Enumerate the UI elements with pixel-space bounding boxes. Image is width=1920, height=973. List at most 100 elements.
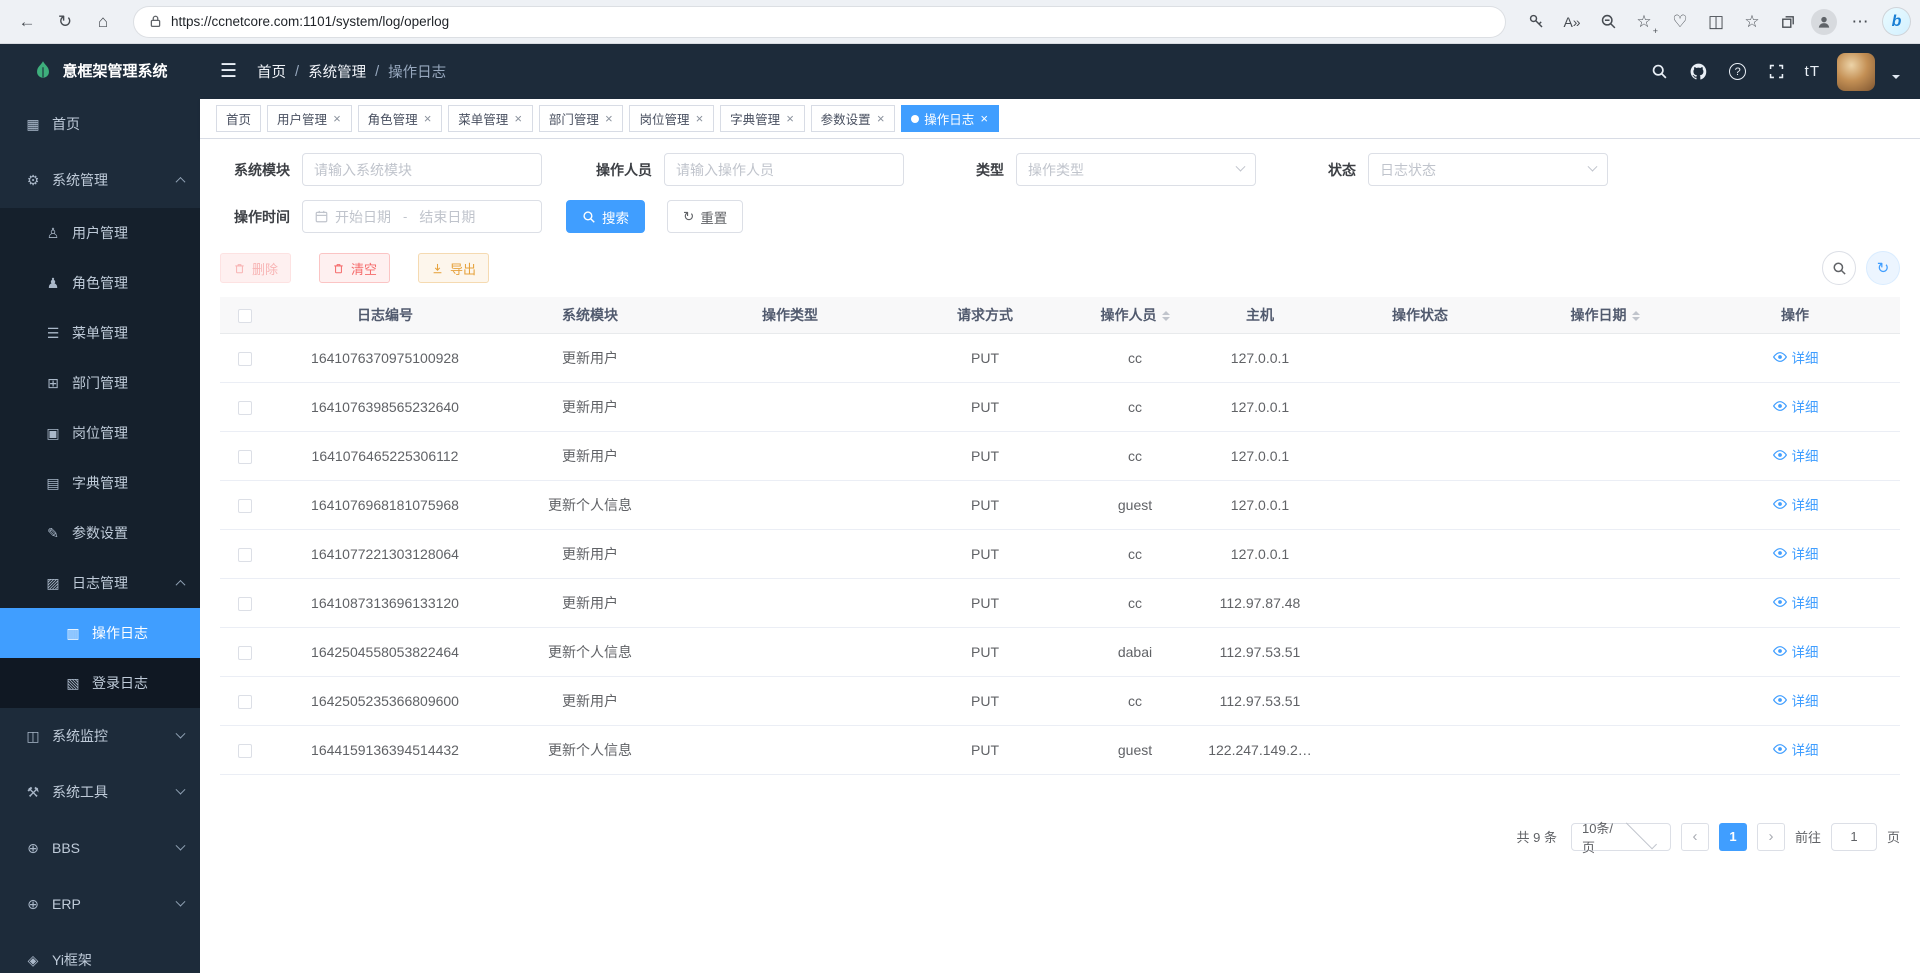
export-button[interactable]: 导出 <box>418 253 489 283</box>
tab-item[interactable]: 操作日志× <box>901 105 999 132</box>
tab-item[interactable]: 岗位管理× <box>629 105 714 132</box>
tab-close-icon[interactable]: × <box>604 112 614 125</box>
add-favorite-button[interactable]: ☆+ <box>1627 6 1661 38</box>
status-select[interactable]: 日志状态 <box>1368 153 1608 186</box>
tab-item[interactable]: 菜单管理× <box>448 105 533 132</box>
split-screen-button[interactable]: ◫ <box>1699 6 1733 38</box>
module-input[interactable] <box>314 162 530 178</box>
tab-close-icon[interactable]: × <box>979 112 989 125</box>
prev-page-button[interactable]: ‹ <box>1681 823 1709 851</box>
row-checkbox[interactable] <box>238 401 252 415</box>
detail-link[interactable]: 详细 <box>1772 592 1819 612</box>
type-select[interactable]: 操作类型 <box>1016 153 1256 186</box>
collections-button[interactable] <box>1771 6 1805 38</box>
sidebar-item[interactable]: ♟角色管理 <box>0 258 200 308</box>
select-all-checkbox[interactable] <box>238 309 252 323</box>
user-avatar[interactable] <box>1837 53 1875 91</box>
sidebar-item[interactable]: ♙用户管理 <box>0 208 200 258</box>
read-aloud-button[interactable]: A» <box>1555 6 1589 38</box>
bing-copilot-button[interactable]: b <box>1883 8 1910 35</box>
detail-link[interactable]: 详细 <box>1772 494 1819 514</box>
breadcrumb-home[interactable]: 首页 <box>257 61 286 82</box>
tab-close-icon[interactable]: × <box>332 112 342 125</box>
delete-button[interactable]: 删除 <box>220 253 291 283</box>
clear-button[interactable]: 清空 <box>319 253 390 283</box>
tab-item[interactable]: 用户管理× <box>267 105 352 132</box>
sidebar-item[interactable]: ⊕ERP <box>0 876 200 932</box>
column-header[interactable]: 操作日期 <box>1520 297 1690 333</box>
sidebar-item[interactable]: ⊕BBS <box>0 820 200 876</box>
next-page-button[interactable]: › <box>1757 823 1785 851</box>
detail-link[interactable]: 详细 <box>1772 396 1819 416</box>
row-checkbox[interactable] <box>238 352 252 366</box>
sidebar-item[interactable]: ⚒系统工具 <box>0 764 200 820</box>
zoom-out-button[interactable] <box>1591 6 1625 38</box>
tab-item[interactable]: 角色管理× <box>358 105 443 132</box>
sort-carets-icon[interactable] <box>1632 307 1640 325</box>
breadcrumb-system[interactable]: 系统管理 <box>308 61 366 82</box>
tab-close-icon[interactable]: × <box>785 112 795 125</box>
goto-page-input[interactable] <box>1831 823 1877 851</box>
sidebar-item[interactable]: ◫系统监控 <box>0 708 200 764</box>
sidebar-item[interactable]: ▤字典管理 <box>0 458 200 508</box>
tab-close-icon[interactable]: × <box>513 112 523 125</box>
hamburger-icon[interactable]: ☰ <box>214 56 243 87</box>
github-button[interactable] <box>1688 61 1710 83</box>
detail-link[interactable]: 详细 <box>1772 347 1819 367</box>
tab-item[interactable]: 首页 <box>216 105 261 132</box>
address-bar[interactable]: https://ccnetcore.com:1101/system/log/op… <box>134 7 1505 37</box>
reset-button[interactable]: ↻ 重置 <box>667 200 743 233</box>
browser-profile-button[interactable] <box>1811 9 1837 35</box>
tab-item[interactable]: 参数设置× <box>811 105 896 132</box>
sidebar-item[interactable]: ▨日志管理 <box>0 558 200 608</box>
detail-link[interactable]: 详细 <box>1772 445 1819 465</box>
browser-refresh-button[interactable]: ↻ <box>48 6 82 38</box>
row-checkbox[interactable] <box>238 695 252 709</box>
fullscreen-button[interactable] <box>1766 61 1788 83</box>
tab-close-icon[interactable]: × <box>694 112 704 125</box>
row-checkbox[interactable] <box>238 450 252 464</box>
row-checkbox[interactable] <box>238 499 252 513</box>
row-checkbox[interactable] <box>238 646 252 660</box>
sidebar-item[interactable]: ▦首页 <box>0 96 200 152</box>
column-header[interactable]: 操作人员 <box>1070 297 1200 333</box>
current-page-button[interactable]: 1 <box>1719 823 1747 851</box>
detail-link[interactable]: 详细 <box>1772 543 1819 563</box>
app-logo[interactable]: 意框架管理系统 <box>0 44 200 96</box>
sidebar-item[interactable]: ◈Yi框架 <box>0 932 200 973</box>
browser-menu-button[interactable]: ⋯ <box>1843 6 1877 38</box>
row-checkbox[interactable] <box>238 597 252 611</box>
date-range-picker[interactable]: 开始日期 - 结束日期 <box>302 200 542 233</box>
favorites-button[interactable]: ☆ <box>1735 6 1769 38</box>
browser-back-button[interactable]: ← <box>10 6 44 38</box>
tab-item[interactable]: 部门管理× <box>539 105 624 132</box>
hide-search-button[interactable] <box>1822 251 1856 285</box>
sidebar-item[interactable]: ▣岗位管理 <box>0 408 200 458</box>
search-button[interactable]: 搜索 <box>566 200 645 233</box>
tab-close-icon[interactable]: × <box>423 112 433 125</box>
sidebar-item[interactable]: ⚙系统管理 <box>0 152 200 208</box>
detail-link[interactable]: 详细 <box>1772 690 1819 710</box>
tab-close-icon[interactable]: × <box>876 112 886 125</box>
cell-operator: cc <box>1070 431 1200 480</box>
refresh-table-button[interactable]: ↻ <box>1866 251 1900 285</box>
sidebar-item[interactable]: ✎参数设置 <box>0 508 200 558</box>
browser-essentials-button[interactable]: ♡ <box>1663 6 1697 38</box>
font-size-button[interactable]: tT <box>1805 63 1820 80</box>
page-size-select[interactable]: 10条/页 <box>1571 823 1671 851</box>
header-search-button[interactable] <box>1649 61 1671 83</box>
password-key-button[interactable] <box>1519 6 1553 38</box>
sidebar-item[interactable]: ▧登录日志 <box>0 658 200 708</box>
sidebar-item[interactable]: ☰菜单管理 <box>0 308 200 358</box>
detail-link[interactable]: 详细 <box>1772 641 1819 661</box>
operator-input[interactable] <box>676 162 892 178</box>
detail-link[interactable]: 详细 <box>1772 739 1819 759</box>
browser-home-button[interactable]: ⌂ <box>86 6 120 38</box>
sort-carets-icon[interactable] <box>1162 307 1170 325</box>
sidebar-item[interactable]: ▥操作日志 <box>0 608 200 658</box>
row-checkbox[interactable] <box>238 744 252 758</box>
help-button[interactable]: ? <box>1727 61 1749 83</box>
row-checkbox[interactable] <box>238 548 252 562</box>
sidebar-item[interactable]: ⊞部门管理 <box>0 358 200 408</box>
tab-item[interactable]: 字典管理× <box>720 105 805 132</box>
